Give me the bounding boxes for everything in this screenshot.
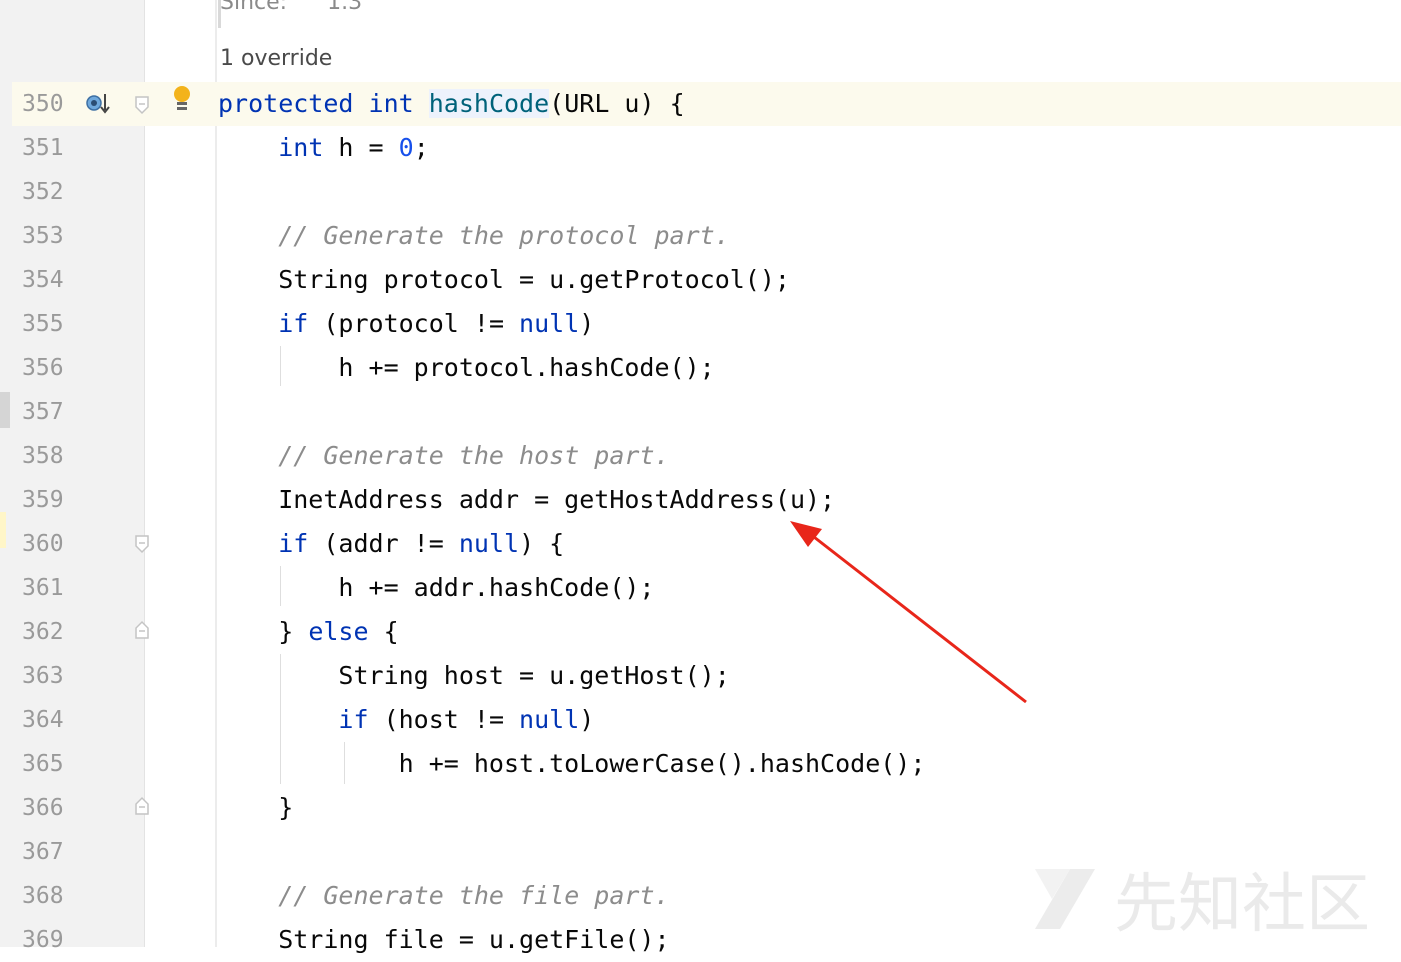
code-line[interactable]: if (protocol != null) bbox=[218, 302, 594, 346]
code-line[interactable]: int h = 0; bbox=[218, 126, 429, 170]
line-number[interactable]: 353 bbox=[22, 214, 72, 258]
line-number[interactable]: 363 bbox=[22, 654, 72, 698]
fold-marker-icon[interactable] bbox=[134, 534, 149, 554]
line-number[interactable]: 352 bbox=[22, 170, 72, 214]
line-number[interactable]: 358 bbox=[22, 434, 72, 478]
lightbulb-icon[interactable] bbox=[170, 84, 194, 114]
code-line[interactable]: String protocol = u.getProtocol(); bbox=[218, 258, 790, 302]
fold-marker-icon[interactable] bbox=[134, 796, 149, 815]
watermark-logo-icon bbox=[1035, 868, 1095, 929]
line-number[interactable]: 365 bbox=[22, 742, 72, 786]
code-line[interactable]: } bbox=[218, 786, 293, 830]
code-line[interactable]: String host = u.getHost(); bbox=[218, 654, 729, 698]
code-line[interactable]: h += host.toLowerCase().hashCode(); bbox=[218, 742, 926, 786]
watermark: 先知社区 bbox=[1030, 850, 1401, 947]
code-line[interactable]: String file = u.getFile(); bbox=[218, 918, 669, 962]
code-line[interactable]: h += protocol.hashCode(); bbox=[218, 346, 714, 390]
fold-marker-icon[interactable] bbox=[134, 95, 149, 115]
editor-left-strip bbox=[0, 0, 12, 947]
icon-gutter bbox=[145, 0, 215, 947]
code-line[interactable]: if (host != null) bbox=[218, 698, 594, 742]
code-line[interactable]: // Generate the protocol part. bbox=[218, 214, 730, 258]
line-number[interactable]: 366 bbox=[22, 786, 72, 830]
override-hint[interactable]: 1 override bbox=[220, 46, 332, 71]
doc-since: Since: 1.3 bbox=[220, 0, 363, 15]
code-line[interactable]: // Generate the file part. bbox=[218, 874, 669, 918]
override-marker-icon[interactable] bbox=[84, 90, 112, 118]
line-number[interactable]: 368 bbox=[22, 874, 72, 918]
line-number[interactable]: 350 bbox=[22, 82, 72, 126]
line-number[interactable]: 360 bbox=[22, 522, 72, 566]
fold-marker-icon[interactable] bbox=[134, 620, 149, 639]
line-number[interactable]: 361 bbox=[22, 566, 72, 610]
change-mark bbox=[0, 512, 6, 548]
line-number[interactable]: 351 bbox=[22, 126, 72, 170]
line-number[interactable]: 359 bbox=[22, 478, 72, 522]
line-number[interactable]: 357 bbox=[22, 390, 72, 434]
line-number[interactable]: 369 bbox=[22, 918, 72, 962]
scroll-mark bbox=[0, 392, 10, 428]
code-line[interactable]: if (addr != null) { bbox=[218, 522, 564, 566]
line-number[interactable]: 355 bbox=[22, 302, 72, 346]
code-line[interactable]: h += addr.hashCode(); bbox=[218, 566, 654, 610]
code-line[interactable]: // Generate the host part. bbox=[218, 434, 669, 478]
line-number[interactable]: 364 bbox=[22, 698, 72, 742]
code-line[interactable]: } else { bbox=[218, 610, 398, 654]
line-number[interactable]: 356 bbox=[22, 346, 72, 390]
line-number[interactable]: 354 bbox=[22, 258, 72, 302]
method-indent-guide bbox=[215, 0, 217, 947]
code-line[interactable]: protected int hashCode(URL u) { bbox=[218, 82, 685, 126]
line-number[interactable]: 362 bbox=[22, 610, 72, 654]
line-number[interactable]: 367 bbox=[22, 830, 72, 874]
code-line[interactable]: InetAddress addr = getHostAddress(u); bbox=[218, 478, 835, 522]
